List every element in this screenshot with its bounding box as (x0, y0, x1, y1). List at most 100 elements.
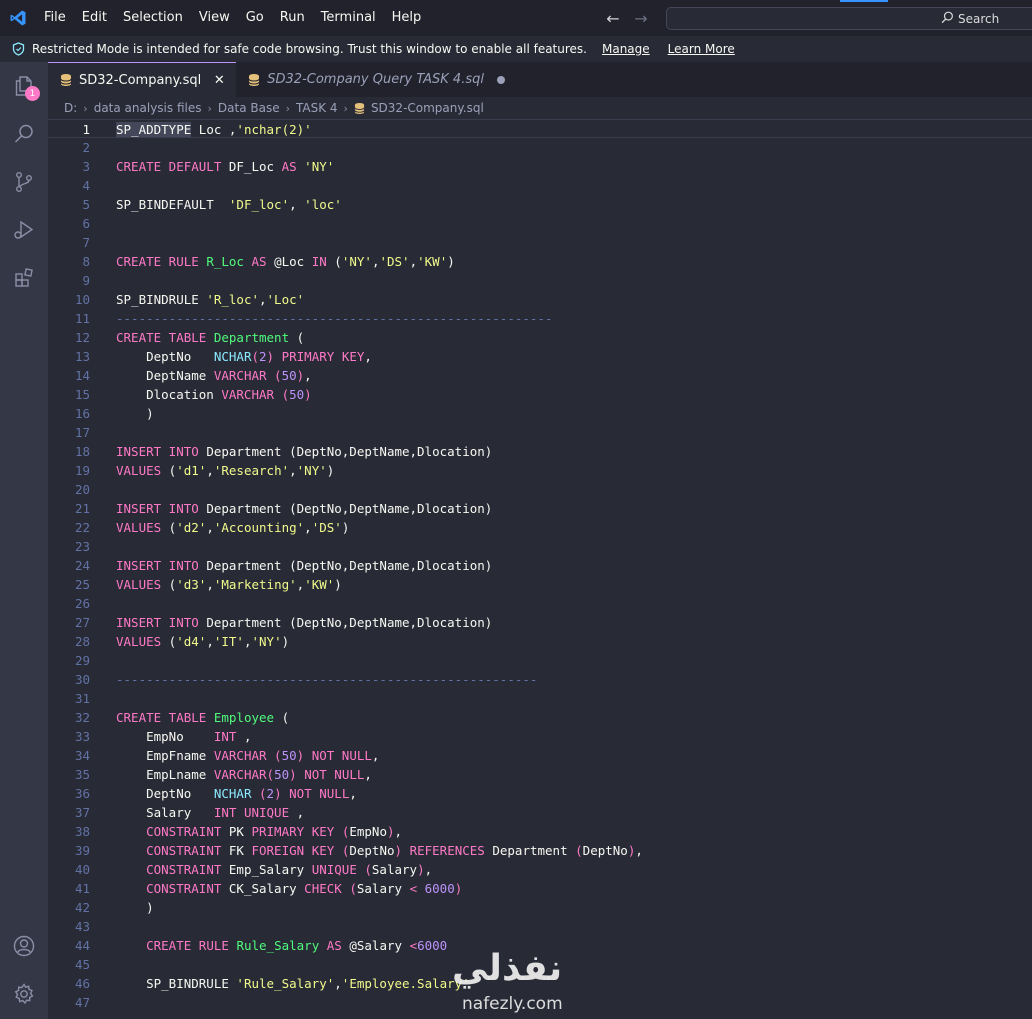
breadcrumb-item[interactable]: D: (64, 101, 77, 115)
code-token: 'Accounting' (213, 520, 305, 535)
code-line[interactable]: 17 (48, 423, 1032, 442)
code-line[interactable]: 6 (48, 214, 1032, 233)
line-number: 35 (74, 767, 90, 782)
code-line[interactable]: 8 CREATE RULE R_Loc AS @Loc IN ('NY','DS'… (48, 252, 1032, 271)
tab-sd32-company[interactable]: SD32-Company.sql ✕ (48, 62, 237, 97)
code-token: ) (281, 634, 290, 649)
menu-run[interactable]: Run (272, 0, 313, 36)
code-line[interactable]: 15 Dlocation VARCHAR (50) (48, 385, 1032, 404)
code-line[interactable]: 34 EmpFname VARCHAR (50) NOT NULL, (48, 746, 1032, 765)
menu-edit[interactable]: Edit (74, 0, 115, 36)
code-token: 'R_loc' (206, 292, 259, 307)
code-line[interactable]: 35 EmpLname VARCHAR(50) NOT NULL, (48, 765, 1032, 784)
code-editor[interactable]: 1 SP_ADDTYPE Loc ,'nchar(2)' 2 3 CREATE DEFA… (48, 119, 1032, 1019)
unsaved-dot-icon[interactable] (496, 75, 505, 84)
code-token: , (236, 729, 252, 744)
code-line[interactable]: 30 --------------------------------------… (48, 670, 1032, 689)
code-line[interactable]: 21 INSERT INTO Department (DeptNo,DeptNam… (48, 499, 1032, 518)
code-text: SP_BINDRULE 'Rule_Salary','Employee.Sala… (116, 974, 470, 993)
code-line[interactable]: 1 SP_ADDTYPE Loc ,'nchar(2)' (48, 119, 1032, 138)
code-line[interactable]: 28 VALUES ('d4','IT','NY') (48, 632, 1032, 651)
breadcrumb-item[interactable]: data analysis files (94, 101, 202, 115)
breadcrumb-item[interactable]: Data Base (218, 101, 280, 115)
explorer-badge: 1 (25, 86, 40, 101)
learn-more-link[interactable]: Learn More (668, 42, 735, 56)
code-line[interactable]: 31 (48, 689, 1032, 708)
breadcrumb-item[interactable]: TASK 4 (296, 101, 338, 115)
line-number: 22 (74, 520, 90, 535)
code-line[interactable]: 3 CREATE DEFAULT DF_Loc AS 'NY' (48, 157, 1032, 176)
menu-view[interactable]: View (191, 0, 238, 36)
code-line[interactable]: 20 (48, 480, 1032, 499)
code-line[interactable]: 33 EmpNo INT , (48, 727, 1032, 746)
code-line[interactable]: 18 INSERT INTO Department (DeptNo,DeptNam… (48, 442, 1032, 461)
code-line[interactable]: 47 (48, 993, 1032, 1012)
code-line[interactable]: 26 (48, 594, 1032, 613)
code-line[interactable]: 16 ) (48, 404, 1032, 423)
back-arrow-icon[interactable]: ← (604, 9, 622, 28)
breadcrumb-item[interactable]: SD32-Company.sql (371, 101, 484, 115)
code-line[interactable]: 43 (48, 917, 1032, 936)
code-line[interactable]: 46 SP_BINDRULE 'Rule_Salary','Employee.S… (48, 974, 1032, 993)
code-token: Department (484, 843, 576, 858)
code-token: ) (334, 577, 342, 592)
code-text: CREATE DEFAULT DF_Loc AS 'NY' (116, 157, 334, 176)
extensions-icon[interactable] (0, 254, 48, 302)
code-line[interactable]: 27 INSERT INTO Department (DeptNo,DeptNam… (48, 613, 1032, 632)
code-line[interactable]: 37 Salary INT UNIQUE , (48, 803, 1032, 822)
code-line[interactable]: 10 SP_BINDRULE 'R_loc','Loc' (48, 290, 1032, 309)
code-token: 'loc' (304, 197, 342, 212)
code-line[interactable]: 25 VALUES ('d3','Marketing','KW') (48, 575, 1032, 594)
code-line[interactable]: 42 ) (48, 898, 1032, 917)
code-line[interactable]: 24 INSERT INTO Department (DeptNo,DeptNam… (48, 556, 1032, 575)
code-line[interactable]: 22 VALUES ('d2','Accounting','DS') (48, 518, 1032, 537)
line-number: 17 (74, 425, 90, 440)
code-line[interactable]: 38 CONSTRAINT PK PRIMARY KEY (EmpNo), (48, 822, 1032, 841)
code-token: 'DF_loc' (228, 197, 290, 212)
code-line[interactable]: 40 CONSTRAINT Emp_Salary UNIQUE (Salary)… (48, 860, 1032, 879)
code-line[interactable]: 9 (48, 271, 1032, 290)
menu-selection[interactable]: Selection (115, 0, 191, 36)
code-token: 6000 (424, 881, 455, 896)
code-line[interactable]: 12 CREATE TABLE Department ( (48, 328, 1032, 347)
code-line[interactable]: 2 (48, 138, 1032, 157)
code-token: INT UNIQUE (213, 805, 290, 820)
search-sidebar-icon[interactable] (0, 110, 48, 158)
close-icon[interactable]: ✕ (212, 73, 226, 88)
line-number: 12 (74, 330, 90, 345)
explorer-icon[interactable]: 1 (0, 62, 48, 110)
code-text: EmpLname VARCHAR(50) NOT NULL, (116, 765, 372, 784)
code-line[interactable]: 4 (48, 176, 1032, 195)
menu-file[interactable]: File (36, 0, 74, 36)
command-center-search[interactable]: Search (666, 7, 1032, 30)
forward-arrow-icon[interactable]: → (632, 9, 650, 28)
code-line[interactable]: 7 (48, 233, 1032, 252)
code-line[interactable]: 36 DeptNo NCHAR (2) NOT NULL, (48, 784, 1032, 803)
menu-terminal[interactable]: Terminal (313, 0, 384, 36)
accounts-icon[interactable] (0, 922, 48, 970)
code-line[interactable]: 29 (48, 651, 1032, 670)
manage-gear-icon[interactable] (0, 970, 48, 1018)
code-text: SP_ADDTYPE Loc ,'nchar(2)' (116, 120, 312, 139)
code-line[interactable]: 19 VALUES ('d1','Research','NY') (48, 461, 1032, 480)
code-token: INSERT INTO (116, 501, 199, 516)
source-control-icon[interactable] (0, 158, 48, 206)
code-line[interactable]: 11 --------------------------------------… (48, 309, 1032, 328)
code-line[interactable]: 5 SP_BINDEFAULT 'DF_loc', 'loc' (48, 195, 1032, 214)
code-line[interactable]: 39 CONSTRAINT FK FOREIGN KEY (DeptNo) RE… (48, 841, 1032, 860)
code-line[interactable]: 44 CREATE RULE Rule_Salary AS @Salary <6… (48, 936, 1032, 955)
code-line[interactable]: 13 DeptNo NCHAR(2) PRIMARY KEY, (48, 347, 1032, 366)
tab-sd32-company-query-task4[interactable]: SD32-Company Query TASK 4.sql (236, 62, 515, 97)
code-token: 50 (281, 368, 297, 383)
code-token: CREATE TABLE (116, 330, 207, 345)
menu-help[interactable]: Help (384, 0, 430, 36)
manage-link[interactable]: Manage (602, 42, 650, 56)
code-line[interactable]: 45 (48, 955, 1032, 974)
code-line[interactable]: 23 (48, 537, 1032, 556)
code-token: ) (447, 254, 455, 269)
code-line[interactable]: 14 DeptName VARCHAR (50), (48, 366, 1032, 385)
code-line[interactable]: 32 CREATE TABLE Employee ( (48, 708, 1032, 727)
code-line[interactable]: 41 CONSTRAINT CK_Salary CHECK (Salary < … (48, 879, 1032, 898)
menu-go[interactable]: Go (238, 0, 272, 36)
run-and-debug-icon[interactable] (0, 206, 48, 254)
